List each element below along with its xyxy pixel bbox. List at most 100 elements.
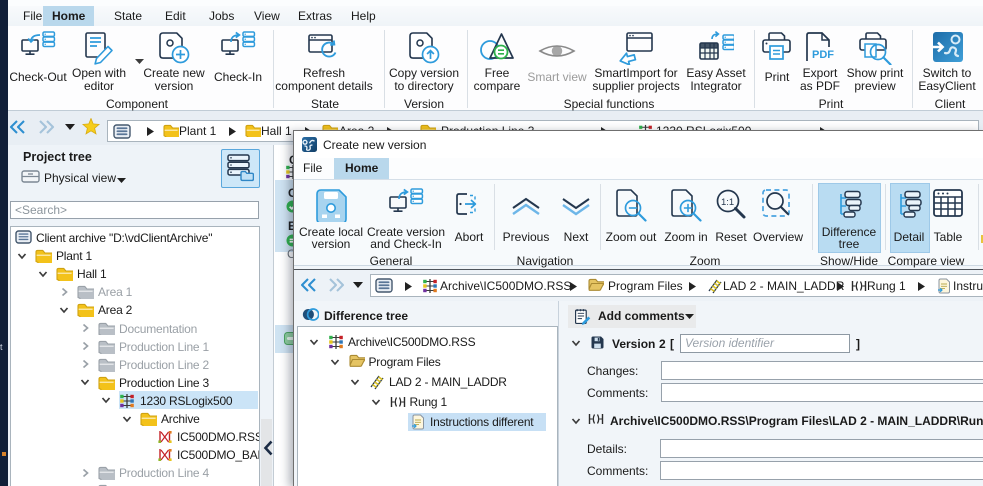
dialog-ribbon-button-tree-view-4-0[interactable]: Detail bbox=[890, 182, 928, 254]
main-menu-help[interactable]: Help bbox=[342, 6, 385, 26]
tree-row[interactable]: Production Line 3 bbox=[11, 373, 259, 391]
tree-view-switch-button[interactable] bbox=[221, 149, 260, 188]
breadcrumb-list-icon[interactable] bbox=[375, 278, 393, 293]
dialog-menu-file[interactable]: File bbox=[293, 158, 333, 179]
breadcrumb-item[interactable]: Instructions bbox=[953, 279, 983, 293]
tree-expanded-icon[interactable] bbox=[349, 376, 361, 388]
breadcrumb-item[interactable]: Program Files bbox=[608, 279, 683, 293]
dialog-ribbon-button-chevrons-down-1-1[interactable]: Next bbox=[556, 182, 596, 254]
tree-row[interactable]: IC500DMO.RSS bbox=[11, 428, 259, 446]
tree-search-input[interactable] bbox=[10, 201, 259, 219]
tree-row[interactable]: Production Line 2 bbox=[11, 355, 259, 373]
tree-row[interactable]: 1230 RSLogix500 bbox=[11, 391, 259, 409]
main-menu-extras[interactable]: Extras bbox=[289, 6, 341, 26]
dialog-ribbon-button-checkin-0-1[interactable]: Create versionand Check-In bbox=[367, 182, 445, 254]
tree-row[interactable]: Archive bbox=[11, 410, 259, 428]
tree-item-label: Production Line 4 bbox=[119, 466, 209, 480]
dialog-ribbon-button-zoom-out-2-0[interactable]: Zoom out bbox=[603, 182, 659, 254]
tree-collapsed-icon[interactable] bbox=[79, 358, 91, 370]
nav-back-icon[interactable] bbox=[9, 119, 26, 135]
tree-row[interactable]: LAD 2 - MAIN_LADDR bbox=[298, 372, 557, 391]
tree-row[interactable]: Archive\IC500DMO.RSS bbox=[298, 332, 557, 351]
tree-row[interactable]: Instructions different bbox=[298, 412, 557, 431]
dialog-ribbon-button-table-4-1[interactable]: Table bbox=[929, 182, 967, 254]
dialog-menu-home[interactable]: Home bbox=[334, 158, 389, 179]
tree-expanded-icon[interactable] bbox=[100, 394, 112, 406]
detail-field-input-1[interactable] bbox=[660, 461, 983, 480]
view-caret-icon[interactable] bbox=[117, 178, 126, 183]
main-menu-jobs[interactable]: Jobs bbox=[200, 6, 243, 26]
tree-item-label: 1230 RSLogix500 bbox=[140, 394, 232, 408]
checkin-icon bbox=[220, 31, 256, 65]
nav-forward-icon[interactable] bbox=[38, 119, 55, 135]
dialog-ribbon-button-zoom-in-2-1[interactable]: Zoom in bbox=[661, 182, 711, 254]
nav-history-caret-icon[interactable] bbox=[353, 282, 363, 288]
tree-row[interactable]: Area 1 bbox=[11, 283, 259, 301]
tree-expanded-icon[interactable] bbox=[329, 356, 341, 368]
tree-row[interactable]: Program Files bbox=[298, 352, 557, 371]
breadcrumb-item[interactable]: Rung 1 bbox=[867, 279, 906, 293]
tree-row[interactable]: Production Line 1 bbox=[11, 337, 259, 355]
breadcrumb-item[interactable]: LAD 2 - MAIN_LADDR bbox=[723, 279, 844, 293]
tree-expanded-icon[interactable] bbox=[121, 413, 133, 425]
main-menu-home[interactable]: Home bbox=[43, 6, 94, 26]
version-identifier-input[interactable] bbox=[680, 334, 850, 353]
tree-row[interactable]: Production Line 5 bbox=[11, 482, 259, 486]
ribbon-button-easy-asset[interactable]: Easy AssetIntegrator bbox=[681, 27, 751, 109]
dialog-breadcrumb: Archive\IC500DMO.RSS Program Files LAD 2 -… bbox=[370, 274, 983, 297]
tree-collapsed-icon[interactable] bbox=[79, 467, 91, 479]
dialog-ribbon-button-zoom-reset-2-2[interactable]: 1:1Reset bbox=[712, 182, 750, 254]
breadcrumb-item[interactable]: Archive\IC500DMO.RSS bbox=[440, 279, 571, 293]
tree-row[interactable]: Plant 1 bbox=[11, 247, 259, 265]
dialog-ribbon-button-create-local-0-0[interactable]: Create localversion bbox=[295, 182, 367, 254]
ribbon-button-print-preview[interactable]: Show printpreview bbox=[840, 27, 910, 109]
main-menu-state[interactable]: State bbox=[105, 6, 151, 26]
create-local-icon bbox=[314, 188, 348, 222]
add-comments-button[interactable]: Add comments bbox=[568, 305, 696, 328]
comments-panel: Add commentsVersion2[]Changes:Comments:A… bbox=[559, 301, 983, 486]
tree-row[interactable]: Production Line 4 bbox=[11, 464, 259, 482]
tree-row[interactable]: IC500DMO_BAK bbox=[11, 446, 259, 464]
tree-expanded-icon[interactable] bbox=[370, 396, 382, 408]
section-collapse-icon[interactable] bbox=[570, 415, 582, 427]
dialog-ribbon-button-tree-view-3-0[interactable]: Differencetree bbox=[818, 182, 880, 254]
breadcrumb-item[interactable]: Hall 1 bbox=[261, 124, 292, 138]
main-menu-edit[interactable]: Edit bbox=[156, 6, 195, 26]
tree-expanded-icon[interactable] bbox=[16, 250, 28, 262]
tree-collapsed-icon[interactable] bbox=[58, 286, 70, 298]
nav-forward-icon[interactable] bbox=[328, 277, 345, 293]
ribbon-button-free-compare[interactable]: Freecompare bbox=[466, 27, 528, 109]
tree-row[interactable]: Client archive "D:\vdClientArchive" bbox=[11, 229, 259, 247]
breadcrumb-list-icon[interactable] bbox=[113, 124, 131, 139]
version-field-input-0[interactable] bbox=[661, 361, 983, 380]
collapse-panel-icon[interactable] bbox=[263, 440, 273, 456]
tree-expanded-icon[interactable] bbox=[308, 336, 320, 348]
ribbon-button-checkout[interactable]: Check-Out bbox=[7, 27, 69, 109]
nav-history-caret-icon[interactable] bbox=[65, 124, 75, 130]
section-collapse-icon[interactable] bbox=[570, 337, 582, 349]
version-field-input-1[interactable] bbox=[661, 383, 983, 402]
tree-expanded-icon[interactable] bbox=[37, 268, 49, 280]
tree-expanded-icon[interactable] bbox=[58, 304, 70, 316]
main-menu-view[interactable]: View bbox=[245, 6, 289, 26]
add-comments-label: Add comments bbox=[598, 309, 685, 323]
tree-row[interactable]: Documentation bbox=[11, 319, 259, 337]
ribbon-button-checkin[interactable]: Check-In bbox=[208, 27, 268, 109]
dialog-ribbon-button-chevrons-up-1-0[interactable]: Previous bbox=[500, 182, 552, 254]
tree-collapsed-icon[interactable] bbox=[79, 322, 91, 334]
tree-row[interactable]: Hall 1 bbox=[11, 265, 259, 283]
ribbon-button-print[interactable]: Print bbox=[755, 27, 799, 109]
dialog-ribbon-button-overview-2-3[interactable]: Overview bbox=[750, 182, 806, 254]
nav-back-icon[interactable] bbox=[300, 277, 317, 293]
tree-item-label: IC500DMO.RSS bbox=[177, 430, 260, 444]
favorites-star-icon[interactable] bbox=[82, 118, 100, 136]
dialog-ribbon-button-abort-0-2[interactable]: Abort bbox=[447, 182, 491, 254]
tree-row[interactable]: Rung 1 bbox=[298, 392, 557, 411]
tree-row[interactable]: Area 2 bbox=[11, 301, 259, 319]
tree-expanded-icon[interactable] bbox=[79, 376, 91, 388]
detail-field-input-0[interactable] bbox=[660, 439, 983, 458]
breadcrumb-item[interactable]: Plant 1 bbox=[179, 124, 216, 138]
project-tree-view-selector[interactable]: Physical view bbox=[44, 171, 116, 185]
tree-collapsed-icon[interactable] bbox=[79, 340, 91, 352]
ribbon-group-separator bbox=[600, 184, 601, 250]
